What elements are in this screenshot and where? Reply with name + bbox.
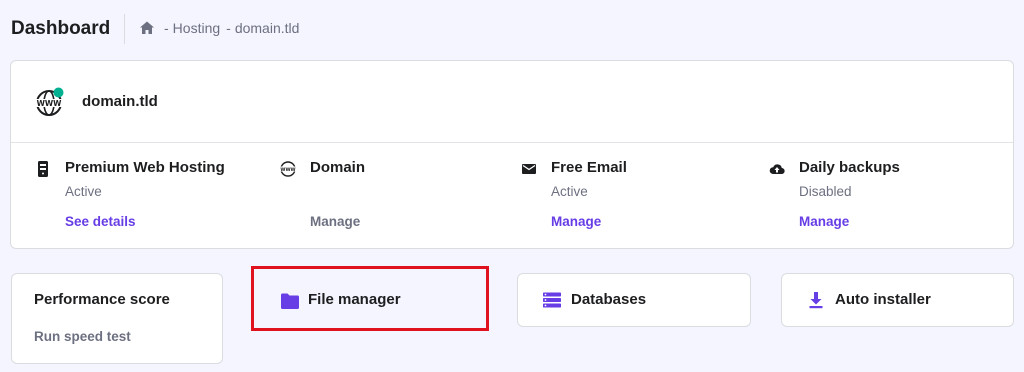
title-divider (124, 14, 125, 44)
domain-header: WWW domain.tld (11, 61, 1013, 143)
databases-label: Databases (571, 291, 647, 308)
top-bar: Dashboard - Hosting - domain.tld (0, 0, 1024, 60)
backups-manage-link[interactable]: Manage (799, 214, 849, 229)
server-icon (35, 161, 51, 177)
service-status: Active (65, 184, 102, 199)
email-manage-link[interactable]: Manage (551, 214, 601, 229)
auto-installer-label: Auto installer (835, 291, 931, 308)
service-status: Active (551, 184, 588, 199)
file-manager-tile[interactable]: File manager (251, 266, 489, 331)
mail-icon (521, 161, 537, 177)
svg-text:WWW: WWW (280, 167, 295, 173)
service-title: Daily backups (799, 159, 900, 176)
domain-manage-link[interactable]: Manage (310, 214, 360, 229)
home-icon[interactable] (139, 20, 155, 36)
download-icon (806, 290, 826, 310)
domain-name: domain.tld (82, 93, 158, 110)
svg-text:WWW: WWW (37, 99, 63, 108)
auto-installer-tile[interactable]: Auto installer (781, 273, 1014, 327)
file-manager-label: File manager (308, 291, 401, 308)
service-status: Disabled (799, 184, 852, 199)
cloud-upload-icon (769, 161, 785, 177)
breadcrumb: - Hosting - domain.tld (139, 20, 299, 36)
www-icon: WWW (280, 161, 296, 177)
run-speed-test-link[interactable]: Run speed test (34, 329, 131, 344)
service-title: Free Email (551, 159, 627, 176)
service-title: Domain (310, 159, 366, 176)
see-details-link[interactable]: See details (65, 214, 136, 229)
breadcrumb-separator: - (164, 20, 169, 36)
performance-card: Performance score Run speed test (11, 273, 223, 364)
performance-title: Performance score (34, 291, 170, 308)
databases-tile[interactable]: Databases (517, 273, 751, 327)
www-globe-icon: WWW (35, 87, 65, 117)
service-title: Premium Web Hosting (65, 159, 225, 176)
domain-card: WWW domain.tld Premium Web Hosting Activ… (10, 60, 1014, 249)
database-icon (542, 290, 562, 310)
breadcrumb-separator: - (226, 20, 231, 36)
breadcrumb-domain[interactable]: domain.tld (235, 20, 300, 36)
breadcrumb-hosting[interactable]: Hosting (173, 20, 220, 36)
page-title: Dashboard (11, 18, 111, 39)
folder-icon (280, 292, 300, 310)
